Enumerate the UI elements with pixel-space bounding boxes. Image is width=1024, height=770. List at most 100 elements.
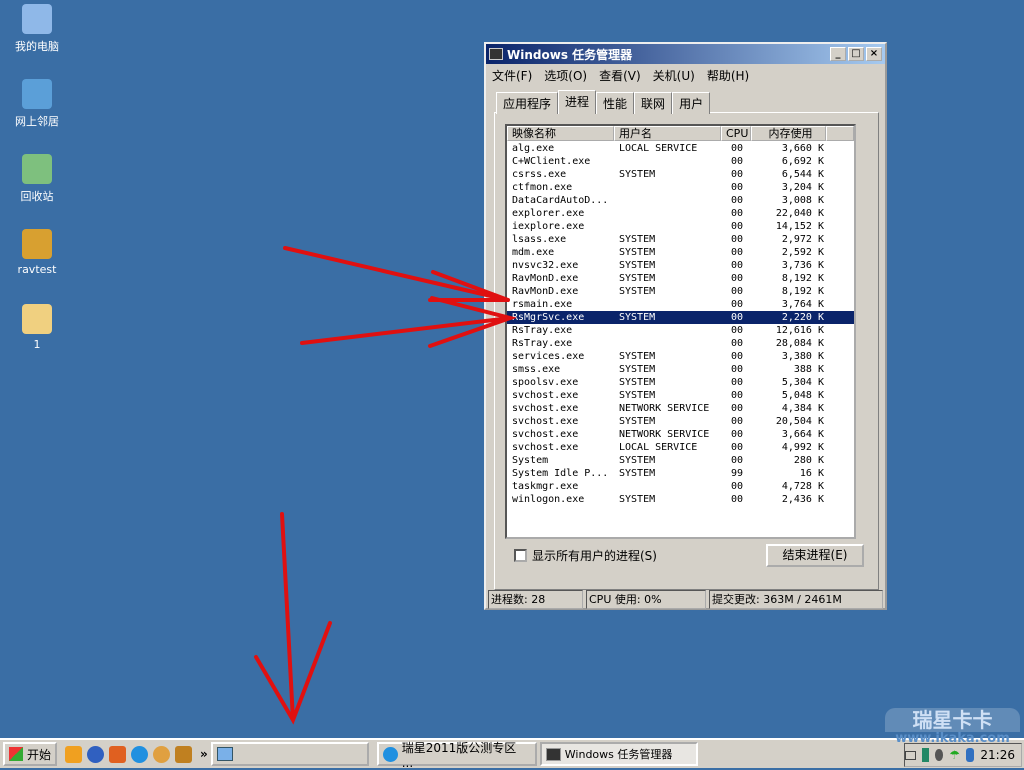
process-row[interactable]: RsMgrSvc.exe SYSTEM 00 2,220 K	[507, 311, 854, 324]
process-row[interactable]: RavMonD.exe SYSTEM 00 8,192 K	[507, 285, 854, 298]
process-name: svchost.exe	[512, 403, 579, 414]
column-user-name[interactable]: 用户名	[614, 126, 721, 141]
process-row[interactable]: iexplore.exe 00 14,152 K	[507, 220, 854, 233]
process-cpu: 00	[731, 156, 744, 167]
task-blank[interactable]	[210, 742, 369, 766]
menu-view[interactable]: 查看(V)	[599, 67, 641, 84]
process-row[interactable]: svchost.exe LOCAL SERVICE 00 4,992 K	[507, 441, 854, 454]
process-row[interactable]: lsass.exe SYSTEM 00 2,972 K	[507, 233, 854, 246]
rising-icon[interactable]	[175, 745, 193, 763]
network-icon[interactable]	[921, 748, 929, 762]
process-row[interactable]: svchost.exe SYSTEM 00 20,504 K	[507, 415, 854, 428]
process-row[interactable]: C+WClient.exe 00 6,692 K	[507, 155, 854, 168]
column-memory[interactable]: 内存使用	[751, 126, 826, 141]
start-label: 开始	[27, 747, 52, 762]
process-cpu: 00	[731, 312, 744, 323]
keyboard-icon[interactable]	[905, 750, 916, 760]
tab-performance[interactable]: 性能	[596, 92, 635, 114]
process-list[interactable]: 映像名称 用户名 CPU 内存使用 alg.exe LOCAL SERVICE 00…	[505, 124, 856, 539]
process-row[interactable]: mdm.exe SYSTEM 00 2,592 K	[507, 246, 854, 259]
desktop-icon-label: 网上邻居	[15, 115, 59, 128]
menu-file[interactable]: 文件(F)	[492, 67, 532, 84]
menu-shutdown[interactable]: 关机(U)	[653, 67, 695, 84]
speaker-icon[interactable]	[934, 749, 944, 761]
process-memory: 6,692 K	[781, 156, 824, 167]
tab-applications[interactable]: 应用程序	[496, 92, 559, 114]
column-image-name[interactable]: 映像名称	[507, 126, 614, 141]
process-row[interactable]: explorer.exe 00 22,040 K	[507, 207, 854, 220]
process-row[interactable]: spoolsv.exe SYSTEM 00 5,304 K	[507, 376, 854, 389]
process-row[interactable]: System SYSTEM 00 280 K	[507, 454, 854, 467]
process-user: SYSTEM	[619, 455, 656, 466]
process-row[interactable]: rsmain.exe 00 3,764 K	[507, 298, 854, 311]
process-cpu: 00	[731, 195, 744, 206]
media-player-icon[interactable]	[87, 745, 105, 763]
process-memory: 5,048 K	[781, 390, 824, 401]
process-name: RavMonD.exe	[512, 273, 579, 284]
process-row[interactable]: DataCardAutoD... 00 3,008 K	[507, 194, 854, 207]
end-process-button[interactable]: 结束进程(E)	[766, 544, 864, 567]
process-row[interactable]: alg.exe LOCAL SERVICE 00 3,660 K	[507, 142, 854, 155]
tab-processes[interactable]: 进程	[558, 90, 597, 114]
process-row[interactable]: svchost.exe NETWORK SERVICE 00 3,664 K	[507, 428, 854, 441]
process-cpu: 00	[731, 494, 744, 505]
desktop-icon[interactable]: 回收站	[2, 154, 72, 204]
tab-users[interactable]: 用户	[672, 92, 711, 114]
checkbox-box[interactable]	[514, 549, 527, 562]
task-ie-rising[interactable]: 瑞星2011版公测专区 ...	[376, 741, 537, 770]
process-memory: 5,304 K	[781, 377, 824, 388]
menu-options[interactable]: 选项(O)	[544, 67, 587, 84]
quick-launch-more[interactable]: »	[200, 747, 208, 761]
process-row[interactable]: System Idle P... SYSTEM 99 16 K	[507, 467, 854, 480]
tab-networking[interactable]: 联网	[634, 92, 673, 114]
desktop-icon[interactable]: ravtest	[2, 229, 72, 276]
umbrella-icon[interactable]: ☂	[949, 748, 960, 762]
process-row[interactable]: svchost.exe NETWORK SERVICE 00 4,384 K	[507, 402, 854, 415]
qq-icon[interactable]	[65, 745, 83, 763]
desktop-icon-image	[22, 4, 52, 34]
download-icon[interactable]	[109, 745, 127, 763]
system-tray: ☂ 21:26	[904, 743, 1022, 767]
desktop-icon[interactable]: 我的电脑	[2, 4, 72, 54]
process-row[interactable]: svchost.exe SYSTEM 00 5,048 K	[507, 389, 854, 402]
process-name: nvsvc32.exe	[512, 260, 579, 271]
process-user: SYSTEM	[619, 286, 656, 297]
process-row[interactable]: winlogon.exe SYSTEM 00 2,436 K	[507, 493, 854, 506]
process-memory: 388 K	[793, 364, 824, 375]
task-task-manager[interactable]: Windows 任务管理器	[539, 742, 698, 766]
process-name: services.exe	[512, 351, 585, 362]
title-bar[interactable]: Windows 任务管理器 _ □ ×	[486, 44, 885, 64]
process-memory: 3,660 K	[781, 143, 824, 154]
process-memory: 4,384 K	[781, 403, 824, 414]
ie-icon[interactable]	[131, 745, 149, 763]
desktop-icon[interactable]: 1	[2, 304, 72, 351]
process-cpu: 00	[731, 208, 744, 219]
minimize-button[interactable]: _	[830, 47, 846, 61]
process-memory: 4,728 K	[781, 481, 824, 492]
process-row[interactable]: ctfmon.exe 00 3,204 K	[507, 181, 854, 194]
process-user: SYSTEM	[619, 390, 656, 401]
process-row[interactable]: services.exe SYSTEM 00 3,380 K	[507, 350, 854, 363]
task-label: 瑞星2011版公测专区 ...	[401, 740, 517, 770]
close-button[interactable]: ×	[866, 47, 882, 61]
chat-icon[interactable]	[153, 745, 171, 763]
process-row[interactable]: RavMonD.exe SYSTEM 00 8,192 K	[507, 272, 854, 285]
process-name: svchost.exe	[512, 416, 579, 427]
start-button[interactable]: 开始	[3, 742, 58, 766]
process-memory: 3,736 K	[781, 260, 824, 271]
process-row[interactable]: taskmgr.exe 00 4,728 K	[507, 480, 854, 493]
process-row[interactable]: csrss.exe SYSTEM 00 6,544 K	[507, 168, 854, 181]
shield-icon[interactable]	[965, 748, 975, 762]
desktop-icon-label: 1	[33, 338, 41, 351]
process-cpu: 00	[731, 390, 744, 401]
menu-help[interactable]: 帮助(H)	[707, 67, 749, 84]
process-row[interactable]: RsTray.exe 00 28,084 K	[507, 337, 854, 350]
show-all-users-checkbox[interactable]: 显示所有用户的进程(S)	[514, 547, 657, 564]
process-row[interactable]: RsTray.exe 00 12,616 K	[507, 324, 854, 337]
column-cpu[interactable]: CPU	[721, 126, 751, 141]
process-name: mdm.exe	[512, 247, 555, 258]
desktop-icon[interactable]: 网上邻居	[2, 79, 72, 129]
maximize-button[interactable]: □	[848, 47, 864, 61]
process-row[interactable]: smss.exe SYSTEM 00 388 K	[507, 363, 854, 376]
process-row[interactable]: nvsvc32.exe SYSTEM 00 3,736 K	[507, 259, 854, 272]
